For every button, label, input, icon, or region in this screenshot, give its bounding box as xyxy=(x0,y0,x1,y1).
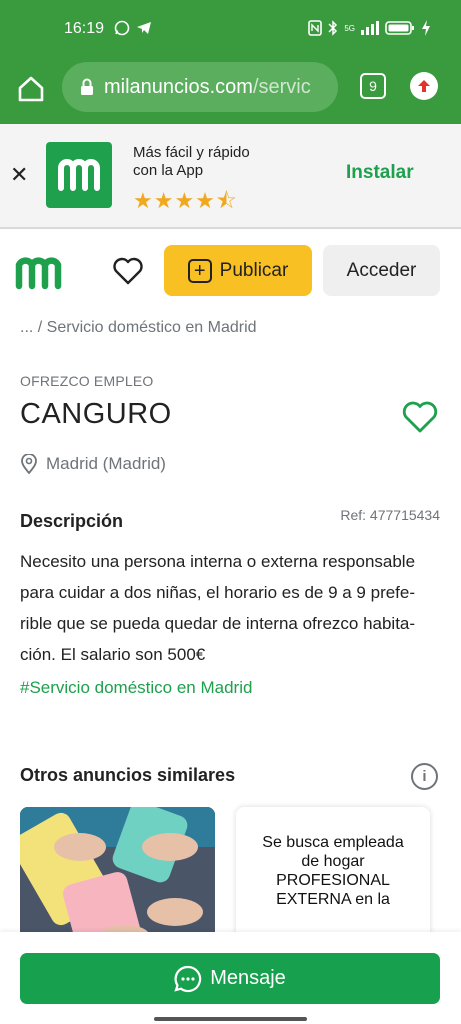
app-logo xyxy=(46,142,112,208)
ad-reference: Ref: 477715434 xyxy=(340,507,440,523)
bottom-action-bar: Mensaje xyxy=(0,932,461,1024)
charging-icon xyxy=(422,20,430,36)
home-button[interactable] xyxy=(14,72,48,106)
arrow-up-icon xyxy=(418,80,430,92)
similar-ad-card[interactable]: Se busca empleada de hogar PROFESIONAL E… xyxy=(236,807,430,942)
network-label: 5G xyxy=(344,23,355,33)
install-button[interactable]: Instalar xyxy=(346,162,414,184)
status-bar: 16:19 5G xyxy=(0,0,461,58)
location-pin-icon xyxy=(21,454,37,474)
page-title: CANGURO xyxy=(20,398,172,430)
browser-toolbar: milanuncios.com/servic 9 xyxy=(0,58,461,124)
address-bar[interactable]: milanuncios.com/servic xyxy=(62,62,338,112)
bluetooth-icon xyxy=(328,20,338,36)
favorite-ad-button[interactable] xyxy=(401,400,439,434)
login-button[interactable]: Acceder xyxy=(323,245,440,296)
ad-category: OFREZCO EMPLEO xyxy=(20,373,154,389)
heart-icon xyxy=(402,401,438,433)
site-logo[interactable] xyxy=(14,252,64,290)
breadcrumb[interactable]: ... / Servicio doméstico en Madrid xyxy=(20,319,257,337)
banner-line2: con la App xyxy=(133,162,204,179)
home-icon xyxy=(18,76,44,102)
site-header: + Publicar Acceder xyxy=(0,230,461,310)
whatsapp-icon xyxy=(114,20,130,36)
location-text: Madrid (Madrid) xyxy=(46,454,166,473)
rating-stars: ★★★★⯪ xyxy=(133,188,238,213)
update-button[interactable] xyxy=(410,72,438,100)
signal-icon xyxy=(361,21,379,35)
similar-ads-heading: Otros anuncios similares xyxy=(20,765,236,785)
description-heading: Descripción xyxy=(20,511,124,531)
plus-icon: + xyxy=(187,258,212,283)
url-host: milanuncios.com xyxy=(104,75,253,98)
message-button[interactable]: Mensaje xyxy=(20,953,440,1004)
similar-ad-text: Se busca empleada de hogar PROFESIONAL E… xyxy=(262,834,404,908)
info-icon[interactable]: i xyxy=(411,763,438,790)
publish-label: Publicar xyxy=(219,259,289,281)
url-path: /servic xyxy=(252,75,311,98)
heart-icon xyxy=(113,257,143,285)
message-label: Mensaje xyxy=(210,967,286,989)
banner-line1: Más fácil y rápido xyxy=(133,144,250,161)
lock-icon xyxy=(81,78,93,95)
category-tag-link[interactable]: #Servicio doméstico en Madrid xyxy=(20,678,252,698)
ad-location: Madrid (Madrid) xyxy=(20,454,166,474)
ad-description: Necesito una persona interna o externa r… xyxy=(20,552,416,664)
publish-button[interactable]: + Publicar xyxy=(164,245,312,296)
ad-photo xyxy=(20,807,215,942)
battery-icon xyxy=(385,21,414,35)
telegram-icon xyxy=(137,22,151,34)
favorites-button[interactable] xyxy=(112,256,144,286)
status-time: 16:19 xyxy=(64,20,105,37)
close-icon[interactable]: ✕ xyxy=(10,164,32,186)
chat-icon xyxy=(174,965,202,992)
gesture-bar xyxy=(154,1017,307,1021)
similar-ad-card[interactable] xyxy=(20,807,215,942)
app-install-banner: ✕ Más fácil y rápido con la App ★★★★⯪ In… xyxy=(0,124,461,229)
tabs-button[interactable]: 9 xyxy=(360,73,386,99)
nfc-icon xyxy=(308,20,323,36)
